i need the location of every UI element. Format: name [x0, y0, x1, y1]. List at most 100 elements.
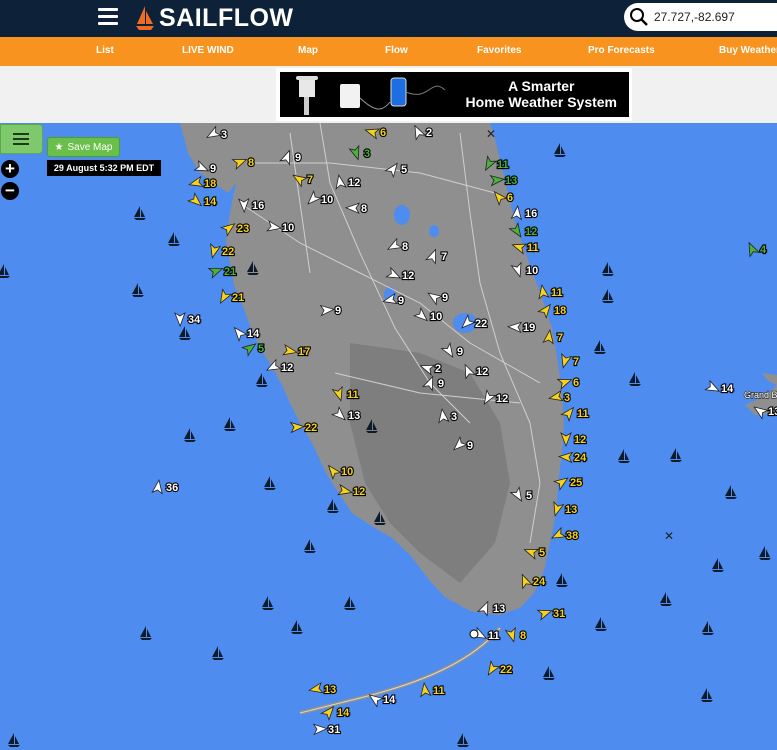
sailboat-icon: [184, 428, 196, 442]
wind-arrow-icon[interactable]: [231, 324, 248, 343]
wind-arrow-icon[interactable]: [560, 404, 577, 423]
wind-station-marker[interactable]: 11: [537, 283, 564, 300]
wind-station-marker[interactable]: 11: [419, 681, 446, 698]
wind-speed-label: 18: [554, 305, 566, 317]
sailboat-icon: [556, 573, 568, 587]
cross-marker-icon[interactable]: ✕: [486, 127, 496, 141]
sailboat-icon: [212, 646, 224, 660]
wind-speed-label: 9: [438, 378, 444, 390]
sailboat-icon: [140, 626, 152, 640]
star-icon: ★: [54, 141, 64, 153]
sailboat-icon: [262, 596, 274, 610]
wind-speed-label: 17: [298, 346, 310, 358]
wind-speed-label: 8: [402, 241, 408, 253]
wind-station-marker[interactable]: 24: [557, 451, 588, 465]
wind-station-marker[interactable]: 38: [549, 526, 579, 543]
wind-arrow-icon[interactable]: [207, 242, 222, 259]
wind-speed-label: 3: [564, 392, 570, 404]
nav-buy-weather[interactable]: Buy Weather: [719, 45, 777, 56]
nav-live-wind[interactable]: LIVE WIND: [182, 45, 234, 56]
wind-station-marker[interactable]: 12: [560, 432, 587, 448]
ad-headline-2: Home Weather System: [465, 94, 617, 110]
wind-arrow-icon[interactable]: [419, 681, 432, 698]
wind-speed-label: 31: [328, 724, 340, 736]
zoom-in-button[interactable]: +: [1, 160, 19, 178]
wind-arrow-icon[interactable]: [504, 626, 519, 643]
small-lake: [394, 205, 410, 225]
wind-arrow-icon[interactable]: [536, 606, 554, 621]
wind-arrow-icon[interactable]: [745, 241, 761, 258]
wind-map[interactable]: 3 6 2 9 8 9 3 11 18 7 12 5 13 14 16 10 8 6 16 23 10 12 22 8 11 4 7…: [0, 123, 777, 750]
wind-station-marker[interactable]: 4: [745, 241, 768, 258]
wind-arrow-icon[interactable]: [510, 204, 523, 221]
nav-flow[interactable]: Flow: [385, 45, 408, 56]
wind-arrow-icon[interactable]: [308, 681, 324, 695]
wind-speed-label: 10: [430, 311, 442, 323]
wind-arrow-icon[interactable]: [558, 352, 573, 369]
ad-banner[interactable]: A Smarter Home Weather System: [280, 72, 629, 117]
wind-station-marker[interactable]: 31: [312, 723, 341, 737]
wind-station-marker[interactable]: 14: [704, 379, 735, 396]
wind-speed-label: 36: [166, 482, 178, 494]
save-map-label: Save Map: [67, 141, 113, 153]
sailboat-icon: [179, 326, 191, 340]
search-icon[interactable]: [628, 6, 650, 28]
sailboat-icon: [457, 733, 469, 747]
wind-speed-label: 38: [566, 530, 578, 542]
wind-station-marker[interactable]: 34: [174, 311, 202, 328]
nav-map[interactable]: Map: [298, 45, 318, 56]
search-input[interactable]: [652, 9, 774, 25]
wind-station-marker[interactable]: 13: [308, 681, 337, 697]
wind-speed-label: 7: [573, 356, 579, 368]
wind-arrow-icon[interactable]: [186, 192, 204, 209]
map-canvas[interactable]: 3 6 298931118 7 1251314 16 10861623 10 1222 8 11 47…: [0, 123, 777, 750]
wind-speed-label: 21: [224, 266, 236, 278]
wind-arrow-icon[interactable]: [484, 660, 501, 677]
wind-speed-label: 5: [258, 343, 264, 355]
wind-speed-label: 11: [433, 685, 445, 697]
sailboat-icon: [168, 232, 180, 246]
wind-speed-label: 7: [557, 332, 563, 344]
sailflow-logo[interactable]: SAILFLOW: [134, 4, 294, 32]
wind-arrow-icon[interactable]: [207, 264, 225, 279]
wind-arrow-icon[interactable]: [216, 288, 233, 305]
wind-station-marker[interactable]: 8: [504, 626, 527, 643]
wind-speed-label: 8: [520, 630, 526, 642]
wind-speed-label: 24: [574, 452, 587, 464]
wind-station-marker[interactable]: 22: [207, 242, 235, 259]
wind-station-marker[interactable]: 14: [186, 192, 218, 209]
wind-speed-label: 13: [565, 504, 577, 516]
wind-arrow-icon[interactable]: [174, 311, 186, 328]
wind-arrow-icon[interactable]: [704, 379, 721, 396]
nav-list[interactable]: List: [96, 45, 114, 56]
wind-arrow-icon[interactable]: [151, 478, 164, 495]
station-dot-icon[interactable]: [469, 629, 479, 639]
location-search[interactable]: [624, 3, 777, 31]
wind-speed-label: 16: [252, 200, 264, 212]
zoom-out-button[interactable]: −: [1, 182, 19, 200]
wind-station-marker[interactable]: 7: [558, 352, 580, 369]
nav-favorites[interactable]: Favorites: [477, 45, 521, 56]
layers-menu-button[interactable]: [0, 124, 43, 154]
wind-station-marker[interactable]: 11: [560, 404, 590, 423]
wind-station-marker[interactable]: 5: [240, 340, 265, 357]
save-map-button[interactable]: ★ Save Map: [47, 137, 120, 157]
wind-station-marker[interactable]: 21: [216, 288, 245, 305]
nav-pro-forecasts[interactable]: Pro Forecasts: [588, 45, 655, 56]
wind-speed-label: 22: [475, 318, 487, 330]
wind-station-marker[interactable]: 16: [510, 204, 538, 221]
wind-arrow-icon[interactable]: [312, 723, 329, 736]
wind-station-marker[interactable]: 22: [484, 660, 513, 677]
wind-station-marker[interactable]: 36: [151, 478, 179, 495]
wind-station-marker[interactable]: 21: [207, 264, 237, 279]
hamburger-menu-icon[interactable]: [98, 8, 118, 26]
wind-arrow-icon[interactable]: [188, 175, 205, 190]
cross-marker-icon[interactable]: ✕: [664, 529, 674, 543]
wind-station-marker[interactable]: 31: [536, 606, 566, 621]
wind-speed-label: 3: [364, 148, 370, 160]
wind-speed-label: 11: [497, 159, 509, 171]
wind-station-marker[interactable]: 18: [188, 175, 217, 191]
wind-arrow-icon[interactable]: [240, 340, 258, 357]
wind-speed-label: 19: [523, 322, 535, 334]
bahamas-islet: [762, 373, 777, 385]
